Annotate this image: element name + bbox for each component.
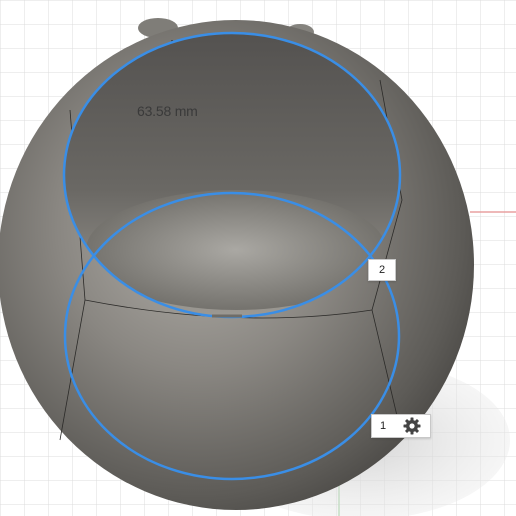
sketch-handle-1[interactable]: 1: [371, 414, 431, 438]
handle-label: 1: [379, 420, 387, 432]
3d-viewport[interactable]: 63.58 mm 2 1: [0, 0, 516, 516]
dimension-label[interactable]: 63.58 mm: [137, 103, 198, 119]
model-scene[interactable]: [0, 0, 516, 516]
sketch-handle-2[interactable]: 2: [368, 259, 396, 281]
handle-label: 2: [378, 264, 386, 276]
gear-icon[interactable]: [402, 416, 422, 436]
